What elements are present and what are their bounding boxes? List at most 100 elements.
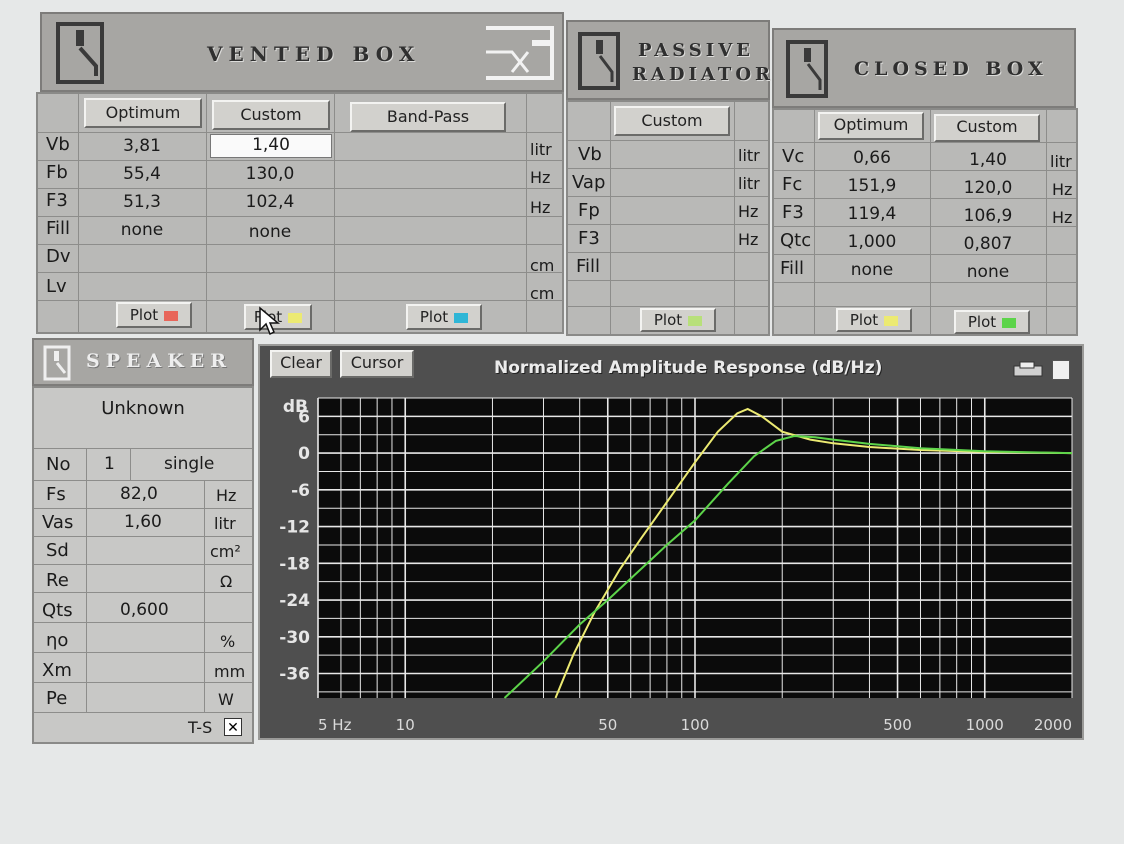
passive-logo-icon [578, 32, 620, 90]
speaker-sd-unit: cm² [210, 542, 241, 561]
vented-logo-icon [56, 22, 104, 84]
passive-unit: litr [738, 146, 760, 165]
closed-unit: litr [1050, 152, 1072, 171]
vented-custom-f3: 102,4 [245, 192, 295, 212]
speaker-re-label: Re [46, 570, 69, 591]
vented-bandpass-button[interactable]: Band-Pass [350, 102, 506, 132]
vented-custom-vb-input[interactable]: 1,40 [210, 134, 332, 158]
speaker-name[interactable]: Unknown [34, 398, 252, 419]
speaker-fs-value[interactable]: 82,0 [120, 484, 158, 504]
passive-custom-button[interactable]: Custom [614, 106, 730, 136]
closed-custom-fill[interactable]: none [930, 262, 1046, 282]
passive-row-label: Vb [578, 144, 602, 165]
vented-row-label: Lv [46, 276, 67, 297]
closed-custom-vc-input[interactable]: 1,40 [930, 150, 1046, 170]
speaker-panel: Unknown No 1 single Fs 82,0 Hz Vas 1,60 … [32, 386, 254, 744]
x-tick-label: 1000 [966, 716, 1004, 734]
ts-checkbox[interactable]: ✕ [224, 718, 242, 736]
vented-optimum-plot-button[interactable]: Plot [116, 302, 192, 328]
clear-button[interactable]: Clear [270, 350, 332, 378]
closed-custom-plot-button[interactable]: Plot [954, 310, 1030, 334]
cursor-button[interactable]: Cursor [340, 350, 414, 378]
mouse-cursor-icon [259, 306, 280, 336]
x-tick-label: 50 [598, 716, 617, 734]
x-tick-label: 500 [883, 716, 912, 734]
speaker-fs-unit: Hz [216, 486, 237, 505]
plot-color-swatch [164, 310, 179, 321]
speaker-vas-label: Vas [42, 512, 74, 533]
speaker-header: SPEAKER [32, 338, 254, 386]
closed-optimum-vc: 0,66 [853, 148, 891, 168]
vented-row-label: Fb [46, 162, 68, 183]
speaker-logo-icon [43, 345, 71, 381]
speaker-vas-value[interactable]: 1,60 [124, 512, 162, 532]
passive-unit: Hz [738, 202, 759, 221]
closed-custom-fc[interactable]: 120,0 [930, 178, 1046, 198]
vented-row-label: Fill [46, 218, 71, 239]
y-tick-label: 0 [298, 444, 310, 464]
passive-radiator-title-line2: RADIATOR [632, 64, 774, 85]
vented-optimum-f3: 51,3 [123, 192, 161, 212]
vented-unit: cm [530, 284, 555, 303]
graph-option-checkbox[interactable] [1052, 360, 1070, 380]
closed-box-header: CLOSED BOX [772, 28, 1076, 108]
plot-label: Plot [129, 306, 159, 324]
closed-box-title: CLOSED BOX [854, 58, 1048, 80]
vented-custom-button[interactable]: Custom [212, 100, 330, 130]
x-tick-label: 5 Hz [318, 716, 352, 734]
closed-optimum-plot-button[interactable]: Plot [836, 308, 912, 332]
speaker-no-mode[interactable]: single [164, 454, 214, 474]
closed-row-label: Vc [782, 146, 805, 167]
vented-optimum-fill[interactable]: none [78, 220, 206, 240]
vented-custom-fill[interactable]: none [206, 222, 334, 242]
closed-optimum-button[interactable]: Optimum [818, 112, 924, 140]
vented-custom-fb-input[interactable]: 130,0 [206, 164, 334, 184]
speaker-no-label: No [46, 454, 71, 475]
passive-plot-button[interactable]: Plot [640, 308, 716, 332]
amplitude-response-chart: 60-6-12-18-24-30-36dB5 Hz 10 50 100 500 1000 2… [279, 397, 1073, 734]
speaker-no-value[interactable]: 1 [104, 454, 115, 474]
speaker-pe-label: Pe [46, 688, 68, 709]
closed-optimum-fill[interactable]: none [814, 260, 930, 280]
vented-box-title: VENTED BOX [207, 42, 421, 66]
passive-radiator-panel: Custom Vb litr Vap litr Fp Hz F3 Hz Fill… [566, 100, 770, 336]
speaker-xm-unit: mm [214, 662, 246, 681]
vented-unit: Hz [530, 198, 551, 217]
closed-custom-qtc[interactable]: 0,807 [930, 234, 1046, 254]
y-tick-label: -36 [279, 665, 310, 685]
vented-box-panel: Optimum Custom Band-Pass Vb 3,81 1,40 li… [36, 92, 564, 336]
speaker-pe-unit: W [218, 690, 234, 709]
speaker-qts-value[interactable]: 0,600 [120, 600, 169, 620]
closed-custom-button[interactable]: Custom [934, 114, 1040, 142]
vented-row-label: Vb [46, 134, 70, 155]
closed-optimum-fc: 151,9 [847, 176, 897, 196]
y-axis-label: dB [283, 397, 308, 417]
bandpass-plot-button[interactable]: Plot [406, 304, 482, 330]
vented-optimum-vb: 3,81 [123, 136, 161, 156]
closed-row-label: Fc [782, 174, 803, 195]
graph-title: Normalized Amplitude Response (dB/Hz) [494, 358, 883, 378]
passive-unit: litr [738, 174, 760, 193]
y-tick-label: -30 [279, 628, 310, 648]
vented-unit: Hz [530, 168, 551, 187]
y-tick-label: -18 [279, 554, 310, 574]
closed-row-label: Fill [780, 258, 805, 279]
y-tick-label: -24 [279, 591, 310, 611]
plot-label: Plot [419, 308, 449, 326]
ts-label: T-S [188, 718, 213, 737]
vented-box-diagram-icon [486, 26, 554, 80]
passive-radiator-title-line1: PASSIVE [638, 40, 754, 61]
plot-color-swatch [688, 315, 703, 326]
passive-unit: Hz [738, 230, 759, 249]
vented-box-header: VENTED BOX [40, 12, 564, 92]
print-icon[interactable] [1012, 360, 1046, 380]
y-tick-label: -6 [291, 481, 310, 501]
closed-row-label: F3 [782, 202, 804, 223]
speaker-qts-label: Qts [42, 600, 73, 621]
vented-optimum-fb: 55,4 [123, 164, 161, 184]
vented-optimum-button[interactable]: Optimum [84, 98, 202, 128]
closed-box-panel: Optimum Custom Vc 0,66 1,40 litr Fc 151,… [772, 108, 1078, 336]
vented-row-label: F3 [46, 190, 68, 211]
passive-radiator-header: PASSIVE RADIATOR [566, 20, 770, 100]
vented-unit: cm [530, 256, 555, 275]
